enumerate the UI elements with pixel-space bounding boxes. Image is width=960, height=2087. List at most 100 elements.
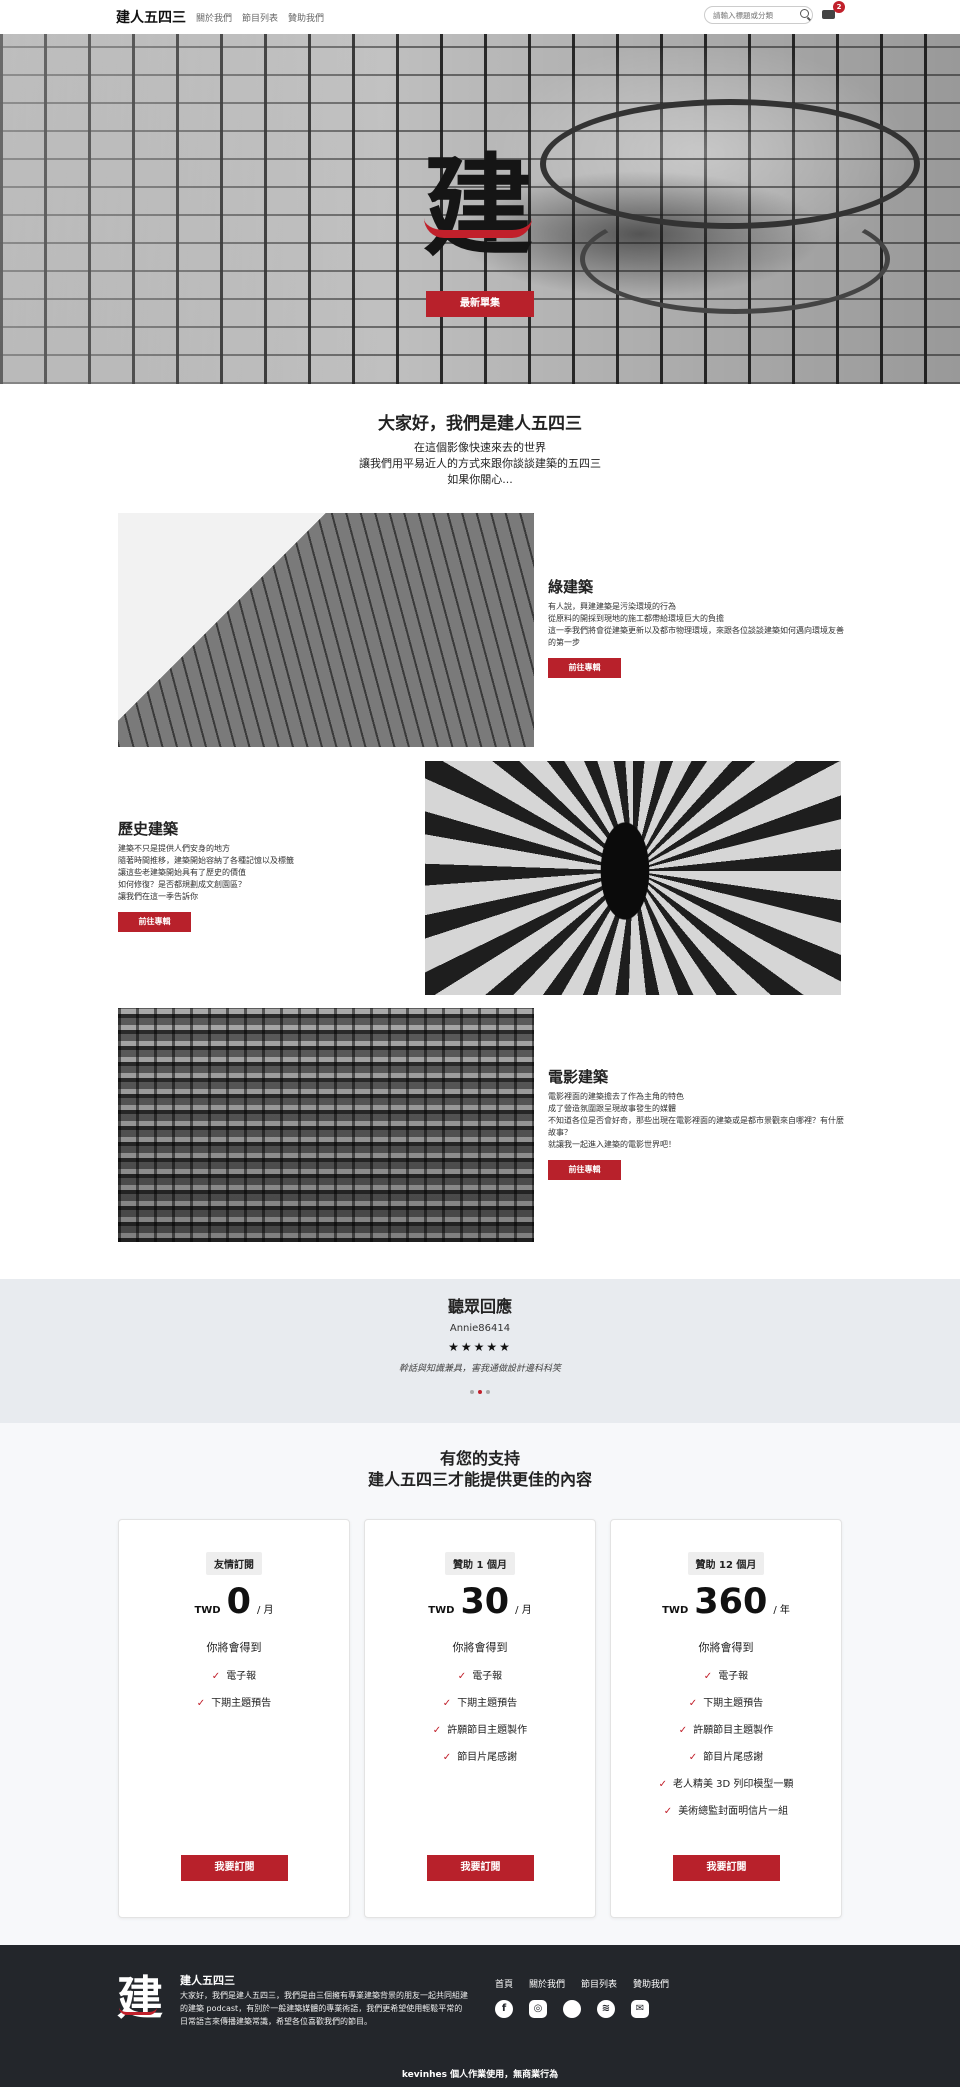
feature-line: 成了營造氛圍跟呈現故事發生的媒體 xyxy=(548,1104,676,1113)
subscribe-button[interactable]: 我要訂閱 xyxy=(427,1855,534,1881)
navbar: 建人五四三 關於我們 節目列表 贊助我們 2 xyxy=(0,0,960,34)
latest-episode-button[interactable]: 最新單集 xyxy=(426,291,534,317)
footer-logo: 建 xyxy=(117,1971,163,2025)
footer-link-sponsor[interactable]: 贊助我們 xyxy=(633,1977,669,1990)
plan-benefits: ✓ 電子報 ✓ 下期主題預告 ✓ 許願節目主題製作 ✓ 節目片尾感謝 xyxy=(365,1663,595,1771)
search-input[interactable] xyxy=(704,6,813,24)
plan-price: TWD 0 / 月 xyxy=(194,1582,274,1622)
feature-title: 綠建築 xyxy=(548,578,594,596)
check-icon: ✓ xyxy=(211,1671,221,1682)
feature-title: 歷史建築 xyxy=(118,820,179,838)
benefit-item: ✓ 電子報 xyxy=(457,1671,503,1682)
facebook-icon[interactable]: f xyxy=(495,2000,513,2018)
go-album-button[interactable]: 前往專輯 xyxy=(548,1160,621,1180)
footer-links: 首頁 關於我們 節目列表 贊助我們 xyxy=(495,1977,669,1990)
instagram-icon[interactable]: ◎ xyxy=(529,2000,547,2018)
feature-line: 建築不只是提供人們安身的地方 xyxy=(118,844,230,853)
feature-line: 有人說，興建建築是污染環境的行為 xyxy=(548,602,676,611)
feature-line: 如何修復？是否都規劃成文創園區？ xyxy=(118,880,246,889)
feature-line: 隨著時間推移，建築開始容納了各種記憶以及標籤 xyxy=(118,856,294,865)
email-icon[interactable]: ✉ xyxy=(631,2000,649,2018)
check-icon: ✓ xyxy=(658,1779,667,1790)
review-quote: 幹話與知識兼具，害我通做設計邊科科笑 xyxy=(398,1364,561,1374)
carousel-indicators xyxy=(0,1390,960,1394)
feature-line: 讓我們在這一季告訴你 xyxy=(118,892,198,901)
plan-card-free: 友情訂閱 TWD 0 / 月 你將會得到 ✓ 電子報 ✓ 下期主題預告 我要訂閱 xyxy=(118,1519,350,1918)
footer-link-about[interactable]: 關於我們 xyxy=(529,1977,565,1990)
check-icon: ✓ xyxy=(703,1671,713,1682)
apple-podcast-icon[interactable] xyxy=(563,2000,581,2018)
intro-section: 大家好，我們是建人五四三 在這個影像快速來去的世界 讓我們用平易近人的方式來跟你… xyxy=(0,384,960,488)
plan-card-yearly: 贊助 12 個月 TWD 360 / 年 你將會得到 ✓ 電子報 ✓ 下期主題預告 … xyxy=(610,1519,842,1918)
plan-tag: 友情訂閱 xyxy=(206,1552,262,1575)
benefit-item: ✓ 下期主題預告 xyxy=(442,1698,518,1709)
cart-badge: 2 xyxy=(833,1,845,13)
feature-movie-building: 電影建築 電影裡面的建築擔去了作為主角的特色 成了營造氛圍跟呈現故事發生的媒體 … xyxy=(548,1066,848,1180)
plan-benefits: ✓ 電子報 ✓ 下期主題預告 xyxy=(119,1663,349,1717)
nav-links: 關於我們 節目列表 贊助我們 xyxy=(196,11,324,24)
testimonials-title: 聽眾回應 xyxy=(447,1297,512,1316)
feature-historic-building: 歷史建築 建築不只是提供人們安身的地方 隨著時間推移，建築開始容納了各種記憶以及… xyxy=(118,818,418,932)
rating-stars: ★★★★★ xyxy=(448,1340,512,1354)
feature-line: 就讓我一起進入建築的電影世界吧！ xyxy=(548,1140,676,1149)
check-icon: ✓ xyxy=(442,1698,452,1709)
benefit-item: ✓ 電子報 xyxy=(211,1671,257,1682)
go-album-button[interactable]: 前往專輯 xyxy=(118,912,191,932)
plan-price: TWD 360 / 年 xyxy=(662,1582,790,1622)
carousel-dot[interactable] xyxy=(470,1390,474,1394)
spotify-icon[interactable]: ≋ xyxy=(597,2000,615,2018)
hero-banner: 建 最新單集 xyxy=(0,34,960,384)
carousel-dot[interactable] xyxy=(486,1390,490,1394)
nav-link-sponsor[interactable]: 贊助我們 xyxy=(288,11,324,24)
plan-card-monthly: 贊助 1 個月 TWD 30 / 月 你將會得到 ✓ 電子報 ✓ 下期主題預告 ✓ 許… xyxy=(364,1519,596,1918)
benefit-item: ✓ 下期主題預告 xyxy=(196,1698,272,1709)
footer-title: 建人五四三 xyxy=(180,1974,235,1987)
search-icon[interactable] xyxy=(800,9,809,18)
benefit-item: ✓ 老人精美 3D 列印模型一顆 xyxy=(658,1779,794,1790)
nav-link-about[interactable]: 關於我們 xyxy=(196,11,232,24)
feature-line: 電影裡面的建築擔去了作為主角的特色 xyxy=(548,1092,684,1101)
plan-benefits-label: 你將會得到 xyxy=(698,1641,754,1654)
check-icon: ✓ xyxy=(678,1725,688,1736)
cart-icon[interactable] xyxy=(822,10,835,19)
check-icon: ✓ xyxy=(196,1698,206,1709)
subscribe-button[interactable]: 我要訂閱 xyxy=(673,1855,780,1881)
brand-logo[interactable]: 建人五四三 xyxy=(116,7,186,27)
footer-description: 大家好，我們是建人五四三，我們是由三個擁有專業建築背景的朋友一起共同組建的建築 … xyxy=(180,1991,468,2026)
check-icon: ✓ xyxy=(432,1725,442,1736)
benefit-item: ✓ 許願節目主題製作 xyxy=(432,1725,528,1736)
historic-building-image xyxy=(425,761,841,995)
plan-benefits-label: 你將會得到 xyxy=(452,1641,508,1654)
feature-green-building: 綠建築 有人說，興建建築是污染環境的行為 從原料的開採到現地的施工都帶給環境巨大… xyxy=(548,576,848,678)
feature-line: 不知道各位是否會好奇，那些出現在電影裡面的建築或是都市景觀來自哪裡？有什麼故事？ xyxy=(548,1116,844,1137)
plan-tag: 贊助 1 個月 xyxy=(445,1552,515,1575)
intro-line: 在這個影像快速來去的世界 xyxy=(414,441,546,454)
check-icon: ✓ xyxy=(688,1752,698,1763)
hero-logo: 建 xyxy=(423,142,533,271)
go-album-button[interactable]: 前往專輯 xyxy=(548,658,621,678)
subscribe-button[interactable]: 我要訂閱 xyxy=(181,1855,288,1881)
footer-link-home[interactable]: 首頁 xyxy=(495,1977,513,1990)
copyright: kevinhes 個人作業使用，無商業行為 xyxy=(401,2070,559,2080)
intro-title: 大家好，我們是建人五四三 xyxy=(378,414,582,434)
social-icons: f ◎ ≋ ✉ xyxy=(495,2000,649,2018)
check-icon: ✓ xyxy=(663,1806,673,1817)
testimonials-section: 聽眾回應 Annie86414 ★★★★★ 幹話與知識兼具，害我通做設計邊科科笑 xyxy=(0,1279,960,1423)
intro-line: 如果你關心... xyxy=(447,473,513,486)
nav-link-episodes[interactable]: 節目列表 xyxy=(242,11,278,24)
plan-benefits-label: 你將會得到 xyxy=(206,1641,262,1654)
footer: 建 建人五四三 大家好，我們是建人五四三，我們是由三個擁有專業建築背景的朋友一起… xyxy=(0,1945,960,2087)
benefit-item: ✓ 節目片尾感謝 xyxy=(688,1752,764,1763)
plan-benefits: ✓ 電子報 ✓ 下期主題預告 ✓ 許願節目主題製作 ✓ 節目片尾感謝 ✓ 老人精美 3D … xyxy=(611,1663,841,1825)
benefit-item: ✓ 節目片尾感謝 xyxy=(442,1752,518,1763)
plan-tag: 贊助 12 個月 xyxy=(687,1552,765,1575)
feature-title: 電影建築 xyxy=(548,1068,609,1086)
benefit-item: ✓ 電子報 xyxy=(703,1671,749,1682)
plan-price: TWD 30 / 月 xyxy=(428,1582,532,1622)
check-icon: ✓ xyxy=(442,1752,452,1763)
check-icon: ✓ xyxy=(457,1671,467,1682)
footer-link-episodes[interactable]: 節目列表 xyxy=(581,1977,617,1990)
benefit-item: ✓ 許願節目主題製作 xyxy=(678,1725,774,1736)
movie-building-image xyxy=(118,1008,534,1242)
carousel-dot-active[interactable] xyxy=(478,1390,482,1394)
